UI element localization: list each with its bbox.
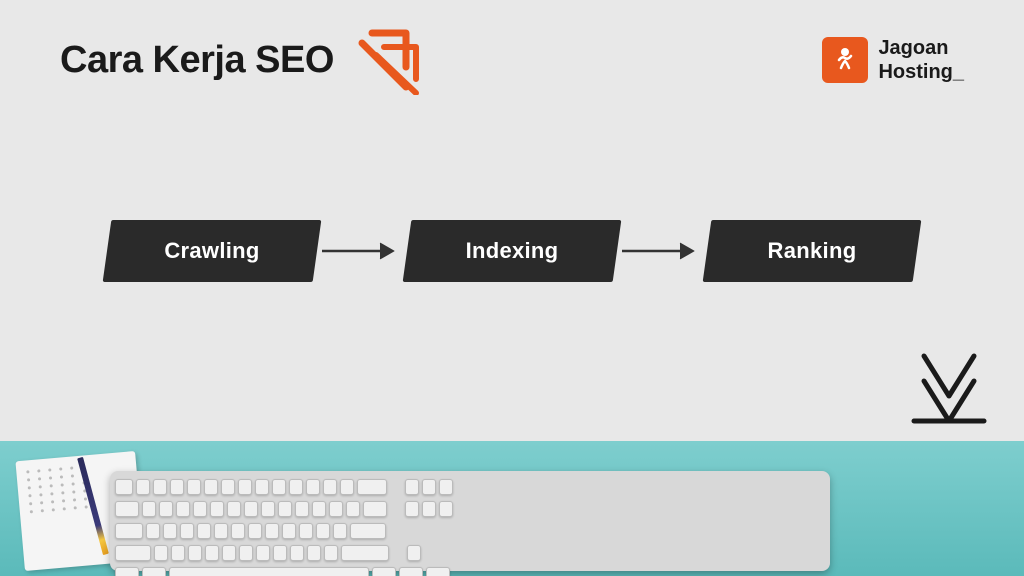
indexing-label: Indexing	[466, 238, 559, 264]
process-flow: Crawling Indexing Ranking	[0, 220, 1024, 282]
logo-name: Jagoan	[878, 36, 964, 60]
logo-sub: Hosting_	[878, 60, 964, 84]
page-title: Cara Kerja SEO	[60, 39, 334, 82]
logo-area: Jagoan Hosting_	[822, 36, 964, 84]
orange-arrow-icon	[354, 25, 434, 95]
logo-icon	[822, 37, 868, 83]
header: Cara Kerja SEO Jagoan Hosting_	[0, 0, 1024, 120]
crawling-label: Crawling	[164, 238, 259, 264]
crawling-box: Crawling	[107, 220, 317, 282]
arrow-1	[317, 239, 407, 263]
bottom-photo	[0, 441, 1024, 576]
arrow-2	[617, 239, 707, 263]
keyboard	[110, 471, 830, 571]
indexing-box: Indexing	[407, 220, 617, 282]
title-area: Cara Kerja SEO	[60, 25, 434, 95]
ranking-box: Ranking	[707, 220, 917, 282]
ranking-label: Ranking	[768, 238, 857, 264]
logo-text: Jagoan Hosting_	[878, 36, 964, 84]
deco-arrow-br-icon	[904, 346, 994, 436]
